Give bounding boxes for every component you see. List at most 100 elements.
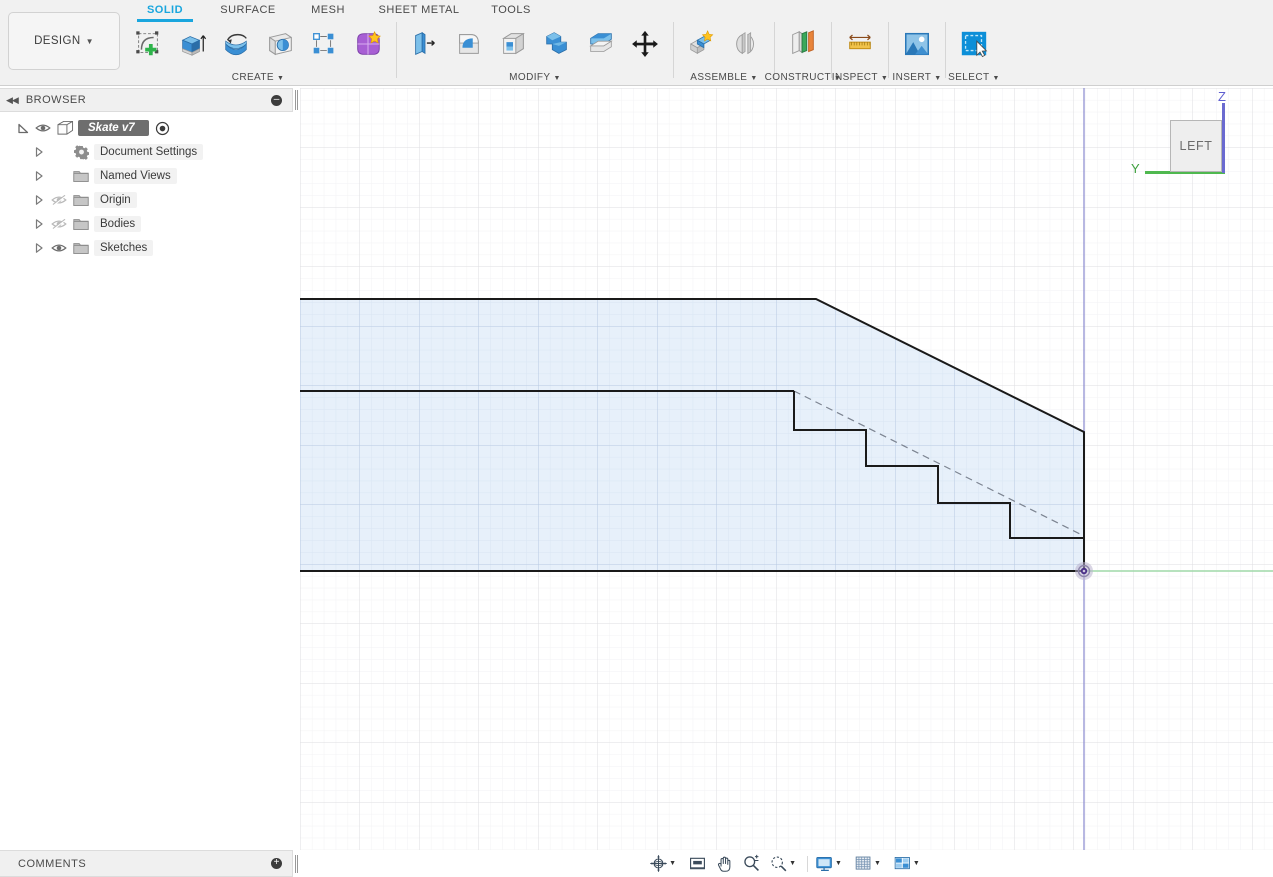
panel-title-label: INSPECT xyxy=(831,72,878,83)
insert-image-icon[interactable] xyxy=(895,22,939,66)
activate-component-radio[interactable] xyxy=(153,116,173,140)
sweep-icon[interactable] xyxy=(258,22,302,66)
tree-item-bodies[interactable]: Bodies xyxy=(0,212,293,236)
offset-plane-icon[interactable] xyxy=(781,22,825,66)
pattern-icon[interactable] xyxy=(302,22,346,66)
panel-title-label: MODIFY xyxy=(509,72,551,83)
chevron-down-icon: ▼ xyxy=(553,75,561,82)
orbit-icon[interactable]: ▼ xyxy=(645,853,684,875)
ribbon-panel-insert: INSERT ▼ xyxy=(892,22,941,84)
zoom-icon[interactable] xyxy=(738,853,765,875)
collapse-left-icon[interactable]: ◀◀ xyxy=(6,95,19,106)
tree-expand-arrow-icon[interactable] xyxy=(30,164,48,188)
tree-item-label: Origin xyxy=(94,192,137,208)
look-at-icon[interactable] xyxy=(684,853,711,875)
ribbon-panel-create: CREATE ▼ xyxy=(126,22,390,84)
viewcube-z-label: Z xyxy=(1218,89,1226,104)
new-component-icon[interactable] xyxy=(680,22,724,66)
panel-separator xyxy=(774,22,775,78)
panel-title-modify[interactable]: MODIFY ▼ xyxy=(509,72,561,83)
extrude-icon[interactable] xyxy=(170,22,214,66)
panel-tools xyxy=(403,22,667,66)
panel-title-inspect[interactable]: INSPECT ▼ xyxy=(832,72,888,83)
workspace-switcher[interactable]: DESIGN ▼ xyxy=(8,12,120,70)
panel-title-select[interactable]: SELECT ▼ xyxy=(948,72,1000,83)
gear-icon xyxy=(70,140,92,164)
measure-icon[interactable] xyxy=(838,22,882,66)
tree-collapse-arrow-icon[interactable] xyxy=(14,116,32,140)
tree-expand-arrow-icon[interactable] xyxy=(30,188,48,212)
panel-title-label: INSERT xyxy=(892,72,932,83)
move-copy-icon[interactable] xyxy=(623,22,667,66)
panel-title-create[interactable]: CREATE ▼ xyxy=(232,72,285,83)
tree-expand-arrow-icon[interactable] xyxy=(30,212,48,236)
press-pull-icon[interactable] xyxy=(403,22,447,66)
tree-item-document-settings[interactable]: Document Settings xyxy=(0,140,293,164)
panel-tools xyxy=(680,22,768,66)
tree-item-named-views[interactable]: Named Views xyxy=(0,164,293,188)
create-sketch-icon[interactable] xyxy=(126,22,170,66)
viewports-icon[interactable]: ▼ xyxy=(889,853,928,875)
pan-hand-icon[interactable] xyxy=(711,853,738,875)
ribbon-tab-mesh[interactable]: MESH xyxy=(292,4,364,21)
chevron-down-icon: ▼ xyxy=(934,75,942,82)
chevron-down-icon[interactable]: ▼ xyxy=(788,860,800,867)
ribbon-tab-surface[interactable]: SURFACE xyxy=(204,4,292,21)
create-form-icon[interactable] xyxy=(346,22,390,66)
browser-collapse-button[interactable]: – xyxy=(271,94,282,106)
navbar-separator xyxy=(807,855,809,872)
display-settings-icon[interactable]: ▼ xyxy=(811,853,850,875)
combine-icon[interactable] xyxy=(535,22,579,66)
viewcube-face-left[interactable]: LEFT xyxy=(1170,120,1222,172)
panel-title-assemble[interactable]: ASSEMBLE ▼ xyxy=(690,72,757,83)
browser-tree: Skate v7 Document Settings Named Views Orig… xyxy=(0,116,293,260)
ribbon-toolbar: DESIGN ▼ SOLID SURFACE MESH SHEET METAL TOOL… xyxy=(0,0,1273,86)
select-cursor-icon[interactable] xyxy=(952,22,996,66)
sketch-origin-point[interactable] xyxy=(1075,562,1093,580)
panel-tools xyxy=(126,22,390,66)
panel-separator xyxy=(396,22,397,78)
ribbon-tab-sheet-metal[interactable]: SHEET METAL xyxy=(364,4,474,21)
visibility-eye-icon[interactable] xyxy=(48,188,70,212)
design-canvas[interactable]: LEFT Z Y xyxy=(300,88,1273,850)
zoom-window-icon[interactable]: ▼ xyxy=(765,853,804,875)
visibility-eye-icon[interactable] xyxy=(48,236,70,260)
grid-snaps-icon[interactable]: ▼ xyxy=(850,853,889,875)
chevron-down-icon[interactable]: ▼ xyxy=(834,860,846,867)
visibility-eye-icon[interactable] xyxy=(32,116,54,140)
browser-title: BROWSER xyxy=(25,94,87,106)
browser-resize-grip[interactable] xyxy=(295,90,298,110)
joint-icon[interactable] xyxy=(724,22,768,66)
shell-icon[interactable] xyxy=(491,22,535,66)
tree-item-sketches[interactable]: Sketches xyxy=(0,236,293,260)
chevron-down-icon[interactable]: ▼ xyxy=(668,860,680,867)
tree-expand-arrow-icon[interactable] xyxy=(30,140,48,164)
ribbon-tab-solid[interactable]: SOLID xyxy=(126,4,204,22)
ribbon-tab-tools[interactable]: TOOLS xyxy=(474,4,548,21)
panel-title-insert[interactable]: INSERT ▼ xyxy=(892,72,941,83)
view-cube[interactable]: LEFT Z Y xyxy=(1131,89,1240,190)
canvas-sketch-view[interactable] xyxy=(300,88,1273,850)
tree-item-root[interactable]: Skate v7 xyxy=(0,116,293,140)
tree-item-label: Document Settings xyxy=(94,144,204,160)
tree-expand-arrow-icon[interactable] xyxy=(30,236,48,260)
chevron-down-icon[interactable]: ▼ xyxy=(912,860,924,867)
tree-item-origin[interactable]: Origin xyxy=(0,188,293,212)
tree-item-label: Sketches xyxy=(94,240,154,256)
panel-tools xyxy=(781,22,825,66)
revolve-icon[interactable] xyxy=(214,22,258,66)
viewcube-z-axis xyxy=(1222,103,1225,173)
fillet-icon[interactable] xyxy=(447,22,491,66)
panel-separator xyxy=(945,22,946,78)
comments-panel-header[interactable]: COMMENTS + xyxy=(0,850,293,877)
add-comment-button[interactable]: + xyxy=(271,858,282,869)
panel-title-label: ASSEMBLE xyxy=(690,72,748,83)
chevron-down-icon[interactable]: ▼ xyxy=(873,860,885,867)
visibility-eye-icon[interactable] xyxy=(48,212,70,236)
comments-resize-grip[interactable] xyxy=(295,855,298,873)
panel-title-construct[interactable]: CONSTRUCT ▼ xyxy=(765,72,842,83)
panel-tools xyxy=(838,22,882,66)
ribbon-panel-assemble: ASSEMBLE ▼ xyxy=(680,22,768,84)
split-face-icon[interactable] xyxy=(579,22,623,66)
ribbon-tab-strip: SOLID SURFACE MESH SHEET METAL TOOLS xyxy=(126,4,548,22)
